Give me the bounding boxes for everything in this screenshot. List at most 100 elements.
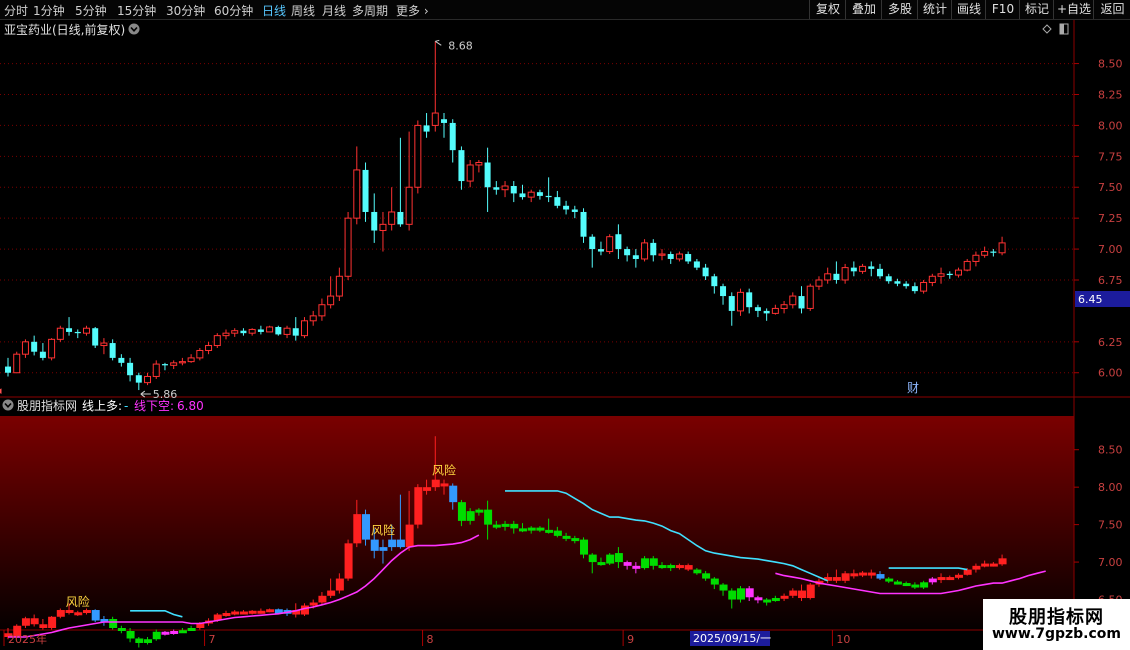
candle-body-down [702,267,709,277]
kline-chart[interactable]: 亚宝药业(日线,前复权) 财 ◂ 8.50 8.25 8.00 7.75 7.50 7.2… [0,0,1130,650]
indicator-candle-body [710,578,719,585]
indicator-candle-body [300,605,309,615]
indicator-candle-body [719,584,728,591]
candle-body-down [545,195,552,198]
main-tick-label: 8.50 [1098,58,1123,71]
indicator-candle-body [370,539,379,551]
indicator-candle-body [309,602,318,606]
candle-body-down [484,162,491,188]
indicator-candle-body [178,630,187,634]
month-label: 8 [427,633,434,646]
main-price-axis: 8.50 8.25 8.00 7.75 7.50 7.25 7.00 6.75 6.25 6.00 [1074,58,1123,380]
candle-body-up [928,275,936,283]
indicator-candle-body [981,563,990,567]
diamond-icon[interactable] [1042,24,1052,34]
watermark-banner: 股朋指标网 www.7gpzb.com [983,599,1130,650]
candle-body-up [859,265,867,272]
indicator-candle-body [30,618,39,625]
indicator-candle-body [928,578,937,583]
candle-body-down [92,328,99,346]
candle-body-up [466,164,474,182]
indicator-candle-body [876,574,885,579]
indicator-candle-body [597,562,606,566]
candle-body-up [954,269,962,276]
indicator-candle-body [754,597,763,601]
indicator-candle-body [571,538,580,542]
candle-body-up [501,185,509,191]
candle-body-down [536,192,543,196]
indicator-candle-body [475,509,484,513]
indicator-candle-body [736,588,745,600]
candle-body-up [606,236,614,253]
candle-body-up [56,327,64,340]
indicator-candle-body [614,553,623,563]
candle-body-down [257,329,264,332]
indicator-name[interactable]: 股朋指标网 [17,398,77,413]
indicator-candle-body [789,590,798,596]
indicator-candle-body [667,565,676,569]
candle-body-up [205,345,213,351]
indicator-candle-body [989,563,998,567]
candle-body-up [327,295,335,306]
main-tick-label: 7.25 [1098,212,1123,225]
indicator-candle-body [135,638,144,643]
candle-body-down [275,326,282,335]
indicator-candle-body [963,569,972,575]
indicator-candle-body [344,543,353,579]
indicator-candle-body [466,511,475,521]
candle-body-up [736,291,744,312]
candle-body-down [571,209,578,212]
indicator-candle-body [937,577,946,581]
candle-body-down [292,328,299,336]
candle-body-down [449,122,456,151]
candle-body-down [597,249,604,252]
candle-body-down [990,251,997,253]
candle-body-down [31,341,38,352]
indicator-candle-body [859,572,868,576]
candle-body-up [196,349,204,359]
left-edge-marker: ◂ [0,384,2,397]
candle-body-down [903,283,910,287]
indicator-candle-body [954,574,963,578]
indicator-candle-body [126,630,135,639]
indicator-candle-body [946,577,955,581]
candle-body-down [493,187,500,190]
candle-body-down [911,286,918,292]
indicator-candle-body [239,611,248,615]
candle-body-up [527,191,535,198]
candle-body-down [39,351,46,358]
candle-body-up [789,295,797,306]
candle-body-down [519,193,526,198]
candle-body-down [850,267,857,272]
candle-body-down [632,255,639,259]
indicator-candle-body [65,610,74,614]
candle-body-down [589,236,596,250]
title-dropdown-icon[interactable] [128,23,140,35]
indicator-candle-body [920,582,929,588]
indicator-candle-body [161,631,170,635]
indicator-candle-body [492,524,501,528]
indicator-candle-body [362,514,371,540]
candle-body-up [231,330,239,334]
indicator-candle-body [117,628,126,631]
stock-title[interactable]: 亚宝药业(日线,前复权) [4,22,125,37]
candle-body-down [754,307,761,311]
indicator-candle-body [972,565,981,570]
indicator-dropdown-icon[interactable] [2,399,14,411]
candle-body-down [240,330,247,334]
indicator-candle-body [457,502,466,521]
indicator-candle-body [562,535,571,539]
indicator-candle-body [56,610,65,617]
main-tick-label: 6.25 [1098,336,1123,349]
candle-body-up [920,281,928,292]
finance-event-marker[interactable]: 财 [907,381,919,395]
candle-body-down [563,205,570,210]
candle-body-up [675,253,683,260]
indicator-candle-body [527,527,536,531]
candle-body-up [213,335,221,347]
watermark-url: www.7gpzb.com [991,626,1121,642]
candle-body-up [431,112,439,126]
window-icon[interactable] [1059,23,1069,35]
candle-body-down [66,328,73,332]
main-tick-label: 7.00 [1098,243,1123,256]
